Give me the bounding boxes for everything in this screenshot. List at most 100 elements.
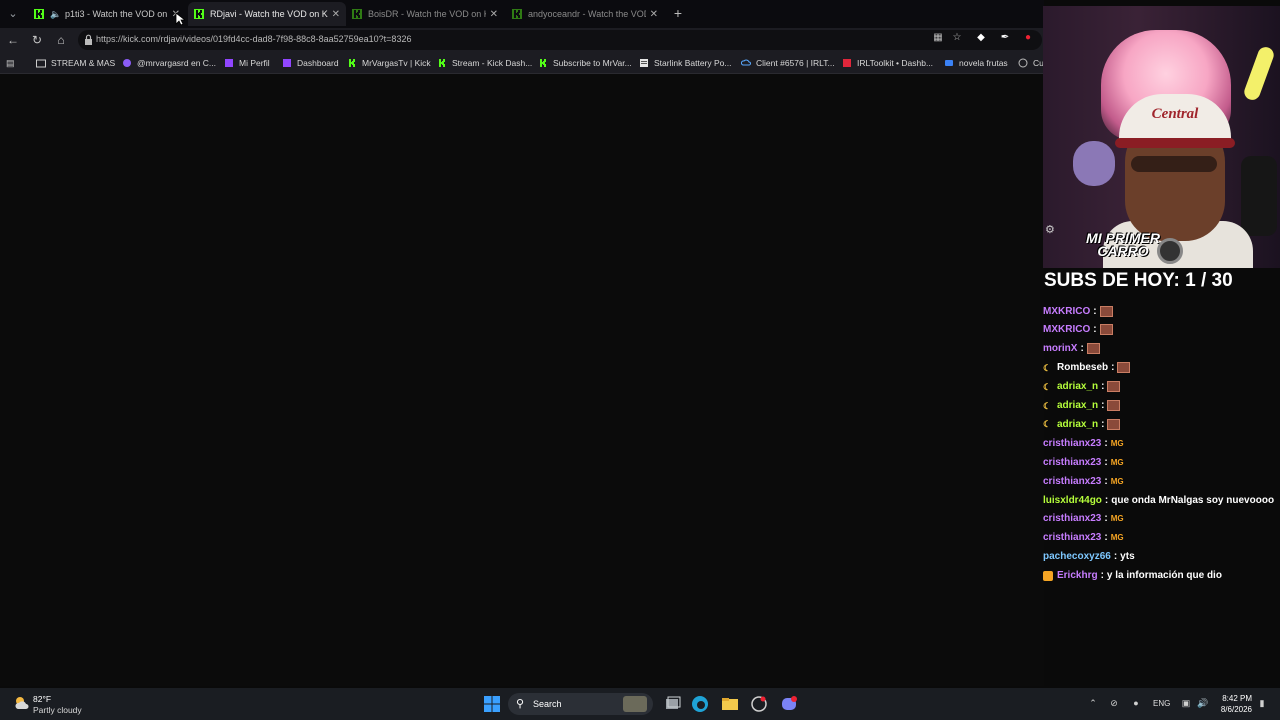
back-arrow-icon[interactable]: ← xyxy=(4,31,22,49)
moon-badge-icon: ☾ xyxy=(1043,381,1052,392)
wheel-icon xyxy=(1157,238,1183,264)
tab-rdjavi[interactable]: RDjavi - Watch the VOD on Kick ✕ xyxy=(188,2,346,26)
show-hidden-icons-chevron-icon[interactable]: ⌃ xyxy=(1087,697,1099,709)
close-tab-icon[interactable]: ✕ xyxy=(332,9,340,20)
bookmark-dashboard[interactable]: Dashboard xyxy=(282,56,339,70)
tab-title: andyoceandr - Watch the VOD on Kick xyxy=(528,9,646,19)
microphone-icon[interactable]: ● xyxy=(1130,697,1142,709)
chat-username: morinX xyxy=(1043,343,1078,355)
bookmark-stream-mas[interactable]: STREAM & MAS xyxy=(36,56,115,70)
chat-separator: : xyxy=(1093,324,1097,336)
video-player-area[interactable] xyxy=(0,74,1044,686)
reload-icon[interactable]: ↻ xyxy=(28,31,46,49)
kick-favicon-icon xyxy=(540,59,546,67)
new-tab-plus-icon[interactable]: + xyxy=(670,4,686,22)
chat-emote-mg: MG xyxy=(1110,457,1124,467)
address-bar[interactable]: https://kick.com/rdjavi/videos/019fd4cc-… xyxy=(78,30,1042,50)
extension-diamond-icon[interactable]: ◆ xyxy=(975,32,987,44)
chat-emote-mg: MG xyxy=(1110,476,1124,486)
reader-mode-icon[interactable]: ▦ xyxy=(932,32,944,44)
bookmark-novela-frutas[interactable]: novela frutas xyxy=(944,56,1008,70)
bookmark-irltoolkit[interactable]: IRLToolkit • Dashb... xyxy=(842,56,933,70)
chat-message: MXKRICO: xyxy=(1043,302,1113,320)
chat-username: cristhianx23 xyxy=(1043,437,1102,449)
close-tab-icon[interactable]: ✕ xyxy=(650,9,658,20)
chat-message: cristhianx23: MG xyxy=(1043,453,1124,471)
language-indicator[interactable]: ENG xyxy=(1153,699,1170,708)
folder-icon xyxy=(36,59,46,68)
chat-message: luisxldr44go: que onda MrNalgas soy nuevo… xyxy=(1043,491,1274,509)
browser-window: ⌄ 🔈 p1ti3 - Watch the VOD on Kick ✕ RDja… xyxy=(0,0,1044,688)
moon-badge-icon: ☾ xyxy=(1043,400,1052,411)
twitch-favicon-icon xyxy=(283,59,291,67)
bookmark-starlink-battery[interactable]: Starlink Battery Po... xyxy=(639,56,731,70)
chat-message: cristhianx23: MG xyxy=(1043,529,1124,547)
favorite-star-icon[interactable]: ☆ xyxy=(951,32,963,44)
chat-username: MXKRICO xyxy=(1043,324,1091,336)
tab-boisdr[interactable]: BoisDR - Watch the VOD on Kick ✕ xyxy=(346,2,504,26)
tab-p1ti3[interactable]: 🔈 p1ti3 - Watch the VOD on Kick ✕ xyxy=(28,2,186,26)
chat-emote-icon xyxy=(1086,343,1100,355)
bookmark-mi-perfil[interactable]: Mi Perfil xyxy=(224,56,270,70)
clock-date[interactable]: 8/6/2026 xyxy=(1216,705,1252,714)
chat-username: luisxldr44go xyxy=(1043,494,1102,506)
sidebar-toggle-icon[interactable]: ▤ xyxy=(6,57,18,69)
webcam-feed: Central ⚙ MI PRIMER CARRO xyxy=(1043,6,1280,268)
chat-message: cristhianx23: MG xyxy=(1043,472,1124,490)
kick-favicon-icon xyxy=(439,59,445,67)
chat-username: adriax_n xyxy=(1057,381,1099,393)
bookmark-mrvargastv-kick[interactable]: MrVargasTv | Kick xyxy=(347,56,431,70)
url-text[interactable]: https://kick.com/rdjavi/videos/019fd4cc-… xyxy=(96,34,411,44)
app-tray-icon[interactable] xyxy=(750,695,768,713)
display-icon[interactable]: ▣ xyxy=(1180,697,1192,709)
clock-time[interactable]: 8:42 PM xyxy=(1218,694,1252,703)
bookmark-mrvargasrd[interactable]: @mrvargasrd en C... xyxy=(122,56,216,70)
windows-start-icon[interactable] xyxy=(483,695,501,713)
edge-browser-icon[interactable] xyxy=(691,695,709,713)
bookmark-client-6576[interactable]: Client #6576 | IRLT... xyxy=(741,56,835,70)
chat-username: Erickhrg xyxy=(1057,570,1098,582)
cap-brim xyxy=(1115,138,1235,148)
chat-separator: : xyxy=(1101,400,1105,411)
tab-list-chevron-icon[interactable]: ⌄ xyxy=(4,5,22,23)
weather-description[interactable]: Partly cloudy xyxy=(33,705,82,715)
taskbar-search-box[interactable]: ⚲ Search xyxy=(508,693,653,715)
chat-separator: : xyxy=(1104,494,1109,506)
chat-message: ☾ adriax_n: xyxy=(1043,415,1121,433)
volume-icon[interactable]: 🔊 xyxy=(1197,697,1209,709)
network-muted-icon[interactable]: ⊘ xyxy=(1108,697,1120,709)
chat-text: y la información que dio xyxy=(1106,570,1222,582)
home-icon[interactable]: ⌂ xyxy=(52,31,70,49)
speaker-icon[interactable]: 🔈 xyxy=(50,9,61,19)
site-favicon-icon xyxy=(123,59,131,67)
chat-separator: : xyxy=(1104,513,1108,525)
chat-separator: : xyxy=(1104,475,1108,487)
weather-temperature[interactable]: 82°F xyxy=(33,694,51,704)
task-view-icon[interactable] xyxy=(664,695,682,713)
chat-separator: : xyxy=(1093,305,1097,317)
file-explorer-icon[interactable] xyxy=(721,695,739,713)
bookmark-cu[interactable]: Cu xyxy=(1018,56,1044,70)
extension-pen-icon[interactable]: ✒ xyxy=(999,32,1011,44)
tab-andyoceandr[interactable]: andyoceandr - Watch the VOD on Kick ✕ xyxy=(506,2,664,26)
chat-username: cristhianx23 xyxy=(1043,475,1102,487)
kick-favicon-icon xyxy=(352,9,362,19)
chat-message: morinX: xyxy=(1043,340,1100,358)
discord-icon[interactable] xyxy=(780,695,798,713)
close-tab-icon[interactable]: ✕ xyxy=(490,9,498,20)
chat-message: ☾ Rombeseb: xyxy=(1043,359,1131,377)
bookmark-stream-kick-dash[interactable]: Stream - Kick Dash... xyxy=(437,56,532,70)
chat-emote-mg: MG xyxy=(1110,438,1124,448)
screen: ⌄ 🔈 p1ti3 - Watch the VOD on Kick ✕ RDja… xyxy=(0,0,1280,720)
chat-emote-icon xyxy=(1099,324,1113,336)
chat-emote-icon xyxy=(1107,400,1121,411)
bookmark-subscribe-mrvar[interactable]: Subscribe to MrVar... xyxy=(538,56,632,70)
chat-text: yts xyxy=(1120,551,1135,563)
notifications-icon[interactable]: ▮ xyxy=(1256,697,1268,709)
extension-red-icon[interactable]: ● xyxy=(1022,32,1034,44)
lock-icon xyxy=(85,34,92,45)
chat-emote-icon xyxy=(1107,381,1121,393)
document-favicon-icon xyxy=(640,59,648,67)
partly-cloudy-weather-icon[interactable] xyxy=(12,693,32,713)
site-favicon-icon xyxy=(1018,58,1028,68)
